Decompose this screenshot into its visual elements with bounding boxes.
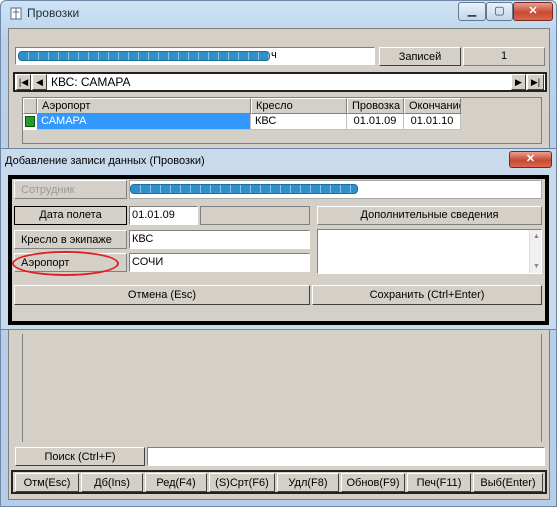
cancel-button[interactable]: Отмена (Esc) xyxy=(14,285,310,305)
records-count: 1 xyxy=(463,47,545,66)
dialog-title: Добавление записи данных (Провозки) xyxy=(5,155,205,167)
row-indicator-icon xyxy=(25,116,35,127)
dialog-body: Сотрудник Дата полета 01.01.09 Дополните… xyxy=(8,175,549,325)
data-grid: Аэропорт Кресло Провозка Окончание САМАР… xyxy=(22,97,542,144)
select-button[interactable]: Выб(Enter) xyxy=(473,473,543,492)
prev-record-button[interactable]: ◀ xyxy=(32,74,47,90)
employee-field[interactable] xyxy=(129,180,542,199)
cell-airport[interactable]: САМАРА xyxy=(37,114,251,130)
maximize-button[interactable]: ▢ xyxy=(486,2,513,21)
employee-selector[interactable]: ч xyxy=(15,47,375,65)
employee-loading-bar xyxy=(130,184,358,194)
extra-info-textarea[interactable]: ▲ ▼ xyxy=(317,229,542,274)
scroll-up-icon[interactable]: ▲ xyxy=(533,233,540,240)
last-record-button[interactable]: ▶| xyxy=(527,74,544,90)
employee-selector-suffix: ч xyxy=(271,49,277,61)
column-header-date[interactable]: Провозка xyxy=(347,98,404,114)
scroll-down-icon[interactable]: ▼ xyxy=(533,263,540,270)
seat-label: Кресло в экипаже xyxy=(14,230,127,249)
seat-input[interactable]: КВС xyxy=(129,230,310,249)
table-row[interactable]: САМАРА КВС 01.01.09 01.01.10 xyxy=(23,114,461,130)
cell-end[interactable]: 01.01.10 xyxy=(404,114,461,130)
save-button[interactable]: Сохранить (Ctrl+Enter) xyxy=(312,285,542,305)
loading-bar xyxy=(18,51,270,61)
filter-text: КВС: САМАРА xyxy=(51,75,131,89)
add-record-dialog: Добавление записи данных (Провозки) ✕ Со… xyxy=(0,148,557,330)
flight-date-input[interactable]: 01.01.09 xyxy=(129,206,198,225)
flight-date-label: Дата полета xyxy=(14,206,127,225)
annotation-ellipse xyxy=(12,251,119,276)
first-record-button[interactable]: |◀ xyxy=(16,74,31,90)
bottom-toolbar: Отм(Esc) Дб(Ins) Ред(F4) (S)Срт(F6) Удл(… xyxy=(11,470,547,494)
airport-input[interactable]: СОЧИ xyxy=(129,253,310,272)
column-header-end[interactable]: Окончание xyxy=(404,98,461,114)
window-title: Провозки xyxy=(27,6,80,20)
employee-label: Сотрудник xyxy=(14,180,127,199)
flight-date-extra xyxy=(200,206,310,225)
extra-info-scrollbar[interactable]: ▲ ▼ xyxy=(529,230,541,273)
edit-record-button[interactable]: Ред(F4) xyxy=(145,473,207,492)
close-button[interactable]: ✕ xyxy=(513,2,553,21)
search-input[interactable] xyxy=(147,447,545,466)
cancel-record-button[interactable]: Отм(Esc) xyxy=(15,473,79,492)
dialog-form: Сотрудник Дата полета 01.01.09 Дополните… xyxy=(12,179,545,321)
cell-seat[interactable]: КВС xyxy=(251,114,347,130)
sort-button[interactable]: (S)Срт(F6) xyxy=(209,473,275,492)
grid-corner xyxy=(23,98,37,114)
app-icon xyxy=(9,6,23,20)
search-button[interactable]: Поиск (Ctrl+F) xyxy=(15,447,145,466)
cell-date[interactable]: 01.01.09 xyxy=(347,114,404,130)
refresh-button[interactable]: Обнов(F9) xyxy=(341,473,405,492)
grid-empty-area xyxy=(22,334,542,442)
filter-bar: |◀ ◀ КВС: САМАРА ▶ ▶| xyxy=(13,72,547,92)
add-record-button[interactable]: Дб(Ins) xyxy=(81,473,143,492)
column-header-airport[interactable]: Аэропорт xyxy=(37,98,251,114)
delete-record-button[interactable]: Удл(F8) xyxy=(277,473,339,492)
dialog-close-button[interactable]: ✕ xyxy=(509,151,552,168)
minimize-button[interactable]: ▁ xyxy=(458,2,486,21)
records-label: Записей xyxy=(379,47,461,66)
next-record-button[interactable]: ▶ xyxy=(511,74,526,90)
extra-info-label: Дополнительные сведения xyxy=(317,206,542,225)
print-button[interactable]: Печ(F11) xyxy=(407,473,471,492)
column-header-seat[interactable]: Кресло xyxy=(251,98,347,114)
